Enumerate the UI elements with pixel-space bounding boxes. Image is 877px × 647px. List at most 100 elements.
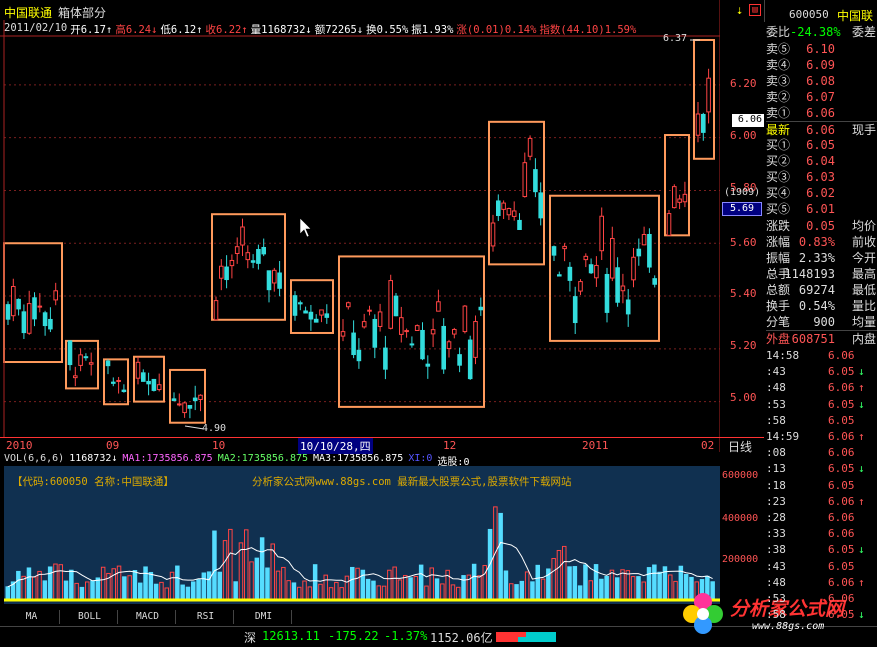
candle-body <box>73 375 78 379</box>
volume-bar <box>233 581 238 601</box>
tick-row: :58 6.05 <box>766 413 855 427</box>
quote-header: 600050 中国联 <box>764 0 877 23</box>
volume-bar <box>519 580 525 601</box>
volume-bar <box>249 561 254 601</box>
volume-bar <box>175 565 180 601</box>
candle-body <box>26 303 32 334</box>
tab-ma[interactable]: MA <box>4 610 60 624</box>
tab-dmi[interactable]: DMI <box>236 610 292 624</box>
volume-axis-label: 400000 <box>722 513 759 524</box>
volume-bar <box>217 571 222 601</box>
volume-bar <box>148 571 154 601</box>
candle-body <box>446 341 452 350</box>
volume-bar <box>196 579 201 601</box>
volume-bar <box>238 542 244 601</box>
price-label: 5.60 <box>730 236 757 249</box>
volume-bar <box>111 568 116 601</box>
candle-body <box>706 77 711 113</box>
volume-bar <box>323 574 328 601</box>
volume-bar <box>593 564 599 601</box>
quote-row: 卖① 6.06 <box>766 106 835 120</box>
candle-body <box>383 347 388 370</box>
candle-body <box>367 309 372 312</box>
period-unit[interactable]: 日线 <box>728 438 752 455</box>
volume-bar <box>297 586 302 601</box>
vol-header-item: MA1:1735856.875 <box>122 453 213 464</box>
quote-row: 涨跌 0.05 均价 <box>766 219 877 233</box>
volume-bar <box>143 566 148 601</box>
volume-bar <box>355 567 360 601</box>
volume-bar <box>16 570 21 601</box>
volume-bar <box>63 580 69 601</box>
watermark-text: 分析家公式网www.88gs.com 最新最大股票公式,股票软件下载网站 <box>252 476 572 488</box>
candle-body <box>141 372 146 382</box>
time-label: 09 <box>106 439 120 452</box>
volume-bar <box>122 576 127 601</box>
volume-bar <box>47 566 53 601</box>
volume-bar <box>376 585 381 601</box>
volume-bar <box>281 566 286 601</box>
tick-row: 14:58 6.06 <box>766 349 855 362</box>
tick-row: 14:59 6.06 ↑ <box>766 430 865 443</box>
volume-bar <box>440 583 445 601</box>
volume-axis: 600000 400000 200000 <box>720 466 764 606</box>
volume-bar <box>503 570 509 601</box>
candle-body <box>219 265 224 279</box>
volume-bar <box>318 583 323 601</box>
price-chart[interactable] <box>0 0 720 452</box>
candle-body <box>224 266 229 281</box>
stock-code-text: 【代码:600050 名称:中国联通】 <box>12 476 174 488</box>
volume-bar <box>429 567 434 601</box>
candle-body <box>21 311 27 334</box>
volume-bar <box>498 512 503 601</box>
volume-bar <box>312 564 318 601</box>
candle-body <box>490 222 496 247</box>
candle-body <box>266 270 272 291</box>
candle-body <box>682 193 688 203</box>
price-box <box>338 255 485 408</box>
down-arrow-icon[interactable]: ⇣ <box>736 3 743 17</box>
candle-body <box>121 389 127 393</box>
candle-body <box>187 404 193 409</box>
candle-body <box>313 318 319 323</box>
volume-bar <box>524 571 530 601</box>
candle-body <box>527 137 533 157</box>
candle-body <box>198 394 203 401</box>
volume-bar <box>403 575 408 601</box>
candle-body <box>346 302 351 308</box>
indicator-tabs: MA BOLL MACD RSI DMI <box>0 610 320 624</box>
quote-name: 中国联 <box>837 9 874 23</box>
tick-row: :58 6.05 ↓ <box>766 608 865 622</box>
candle-body <box>462 305 468 333</box>
volume-bar <box>567 566 572 601</box>
candle-body <box>351 332 356 356</box>
candle-body <box>615 267 620 303</box>
menu-icon[interactable]: ▤ <box>749 4 761 16</box>
tab-macd[interactable]: MACD <box>120 610 176 624</box>
candle-body <box>234 246 240 254</box>
candle-body <box>557 274 562 277</box>
volume-bar <box>445 569 450 601</box>
volume-bar <box>169 571 175 601</box>
volume-bar <box>212 530 217 601</box>
volume-bar <box>153 583 159 601</box>
tick-row: :28 6.06 <box>766 511 855 524</box>
current-price-tag: 6.06 <box>732 114 764 127</box>
volume-bar <box>185 586 191 601</box>
quote-row: 卖④ 6.09 <box>766 58 835 72</box>
tab-rsi[interactable]: RSI <box>178 610 234 624</box>
candle-body <box>177 403 182 406</box>
candle-body <box>538 192 544 219</box>
volume-bar <box>461 575 466 601</box>
volume-bar <box>371 580 376 601</box>
volume-bar <box>254 557 260 601</box>
outer-inner-row: 外盘 608751 内盘 <box>766 330 877 346</box>
candle-body <box>420 329 425 360</box>
volume-bar <box>609 569 615 601</box>
quote-row: 换手 0.54% 量比 <box>766 299 877 313</box>
volume-bar <box>668 574 673 601</box>
candle-body <box>303 310 308 314</box>
tab-boll[interactable]: BOLL <box>62 610 118 624</box>
candle-body <box>473 321 478 358</box>
candle-body <box>340 331 346 337</box>
